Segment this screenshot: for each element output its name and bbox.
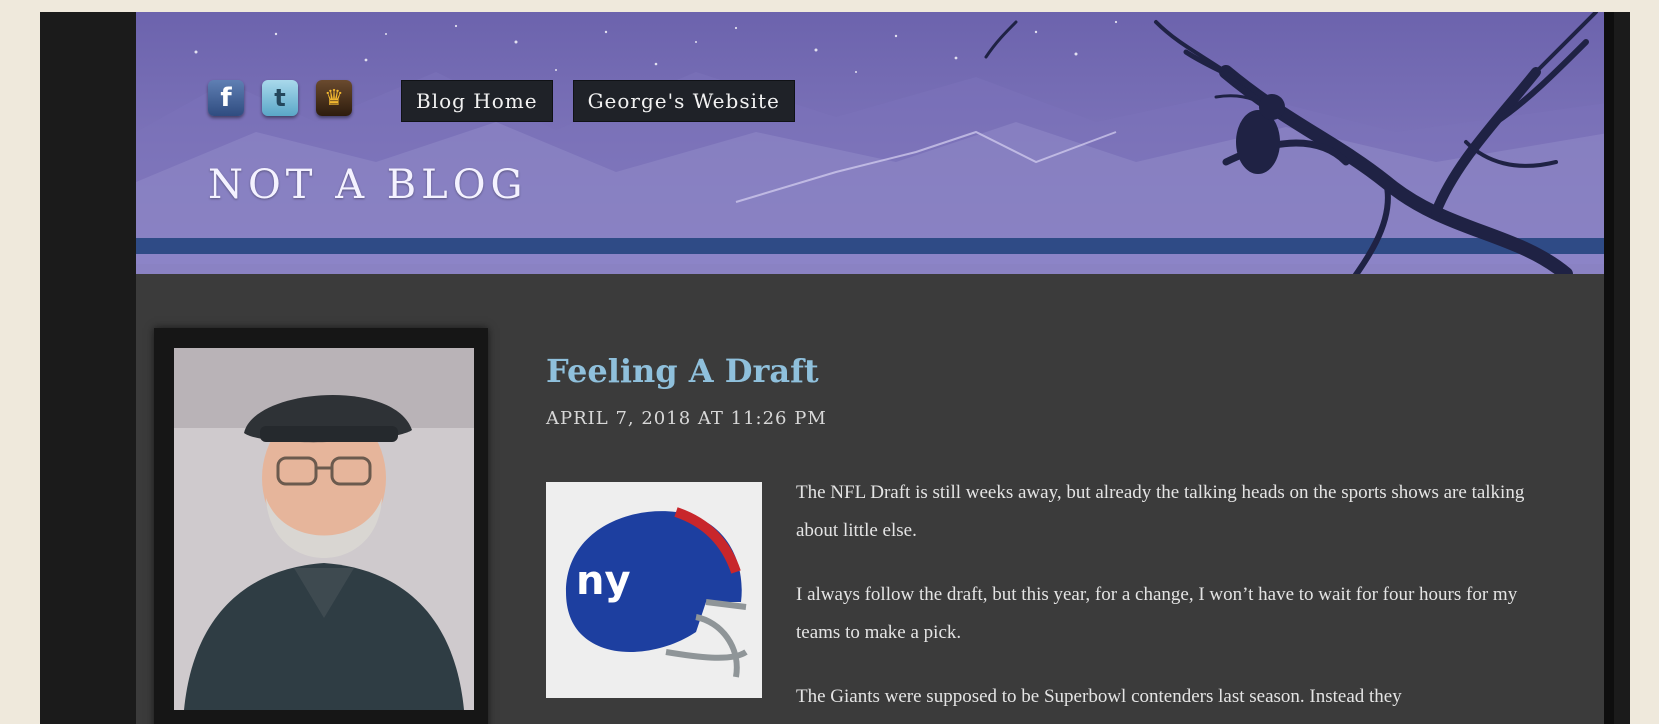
top-nav: Blog Home George's Website <box>401 80 795 122</box>
browser-frame: f t ♛ Blog Home George's Website NOT A B… <box>40 12 1630 724</box>
post-title[interactable]: Feeling A Draft <box>546 352 1566 390</box>
twitter-icon[interactable]: t <box>262 80 298 116</box>
blog-home-button[interactable]: Blog Home <box>401 80 553 122</box>
post-paragraph: The Giants were supposed to be Superbowl… <box>796 686 1402 707</box>
crown-icon[interactable]: ♛ <box>316 80 352 116</box>
facebook-icon[interactable]: f <box>208 80 244 116</box>
post-body: The NFL Draft is still weeks away, but a… <box>796 474 1566 724</box>
post-paragraph: I always follow the draft, but this year… <box>796 584 1518 643</box>
post-date: APRIL 7, 2018 AT 11:26 PM <box>546 408 827 429</box>
site-header: f t ♛ Blog Home George's Website NOT A B… <box>136 12 1614 274</box>
svg-text:ny: ny <box>576 558 631 604</box>
author-photo <box>174 348 474 710</box>
georges-website-button[interactable]: George's Website <box>572 80 795 122</box>
giants-helmet-image: ny <box>546 482 762 698</box>
blog-post: Feeling A Draft APRIL 7, 2018 AT 11:26 P… <box>546 352 1566 707</box>
social-links: f t ♛ <box>208 80 352 116</box>
author-photo-card <box>154 328 488 724</box>
header-landscape <box>136 12 1614 274</box>
post-paragraph: The NFL Draft is still weeks away, but a… <box>796 482 1525 541</box>
blog-page: f t ♛ Blog Home George's Website NOT A B… <box>136 12 1614 724</box>
site-title[interactable]: NOT A BLOG <box>208 162 528 208</box>
